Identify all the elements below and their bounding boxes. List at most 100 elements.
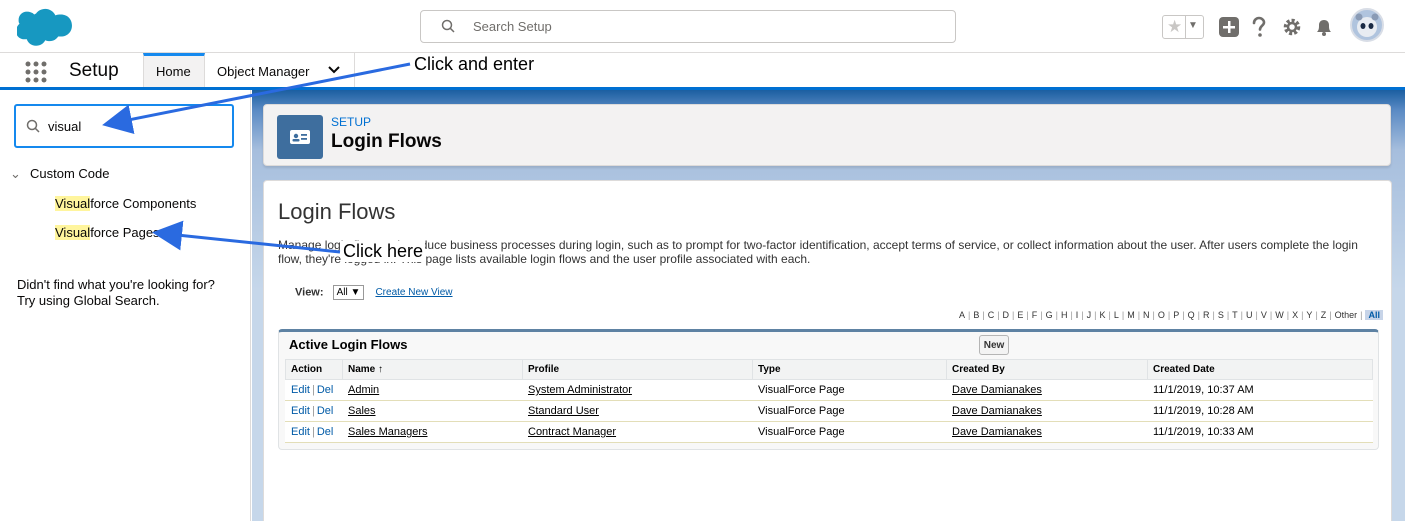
- alpha-filter-item[interactable]: F: [1032, 310, 1038, 320]
- gear-icon[interactable]: [1281, 16, 1303, 38]
- global-search-placeholder: Search Setup: [473, 19, 552, 34]
- bell-icon[interactable]: [1313, 16, 1335, 38]
- content-title: Login Flows: [278, 199, 396, 224]
- alpha-separator: |: [1182, 310, 1185, 320]
- not-found-line-1: Didn't find what you're looking for?: [17, 277, 215, 292]
- column-header-type[interactable]: Type: [752, 359, 947, 380]
- edit-link[interactable]: Edit: [291, 405, 310, 417]
- alpha-filter-item[interactable]: M: [1127, 310, 1135, 320]
- global-search-input[interactable]: Search Setup: [420, 10, 956, 43]
- chevron-down-icon[interactable]: ⌄: [10, 166, 30, 182]
- alpha-filter-item[interactable]: I: [1076, 310, 1079, 320]
- alpha-filter-item[interactable]: R: [1203, 310, 1210, 320]
- alpha-filter-item[interactable]: Y: [1306, 310, 1312, 320]
- annotation-callout-1: Click and enter: [412, 54, 537, 75]
- alpha-filter-item[interactable]: G: [1046, 310, 1053, 320]
- alpha-separator: |: [1137, 310, 1141, 320]
- alpha-filter-item[interactable]: Z: [1321, 310, 1327, 320]
- chevron-down-icon[interactable]: [327, 63, 341, 77]
- create-new-view-link[interactable]: Create New View: [375, 287, 452, 298]
- alpha-filter-item[interactable]: S: [1218, 310, 1224, 320]
- profile-link[interactable]: Standard User: [528, 405, 599, 417]
- tab-object-manager[interactable]: Object Manager: [205, 53, 355, 87]
- cell-created-date: 11/1/2019, 10:28 AM: [1147, 400, 1373, 422]
- tree-node-custom-code[interactable]: ⌄ Custom Code: [10, 166, 109, 182]
- alpha-filter-item[interactable]: X: [1292, 310, 1298, 320]
- alpha-filter-item[interactable]: O: [1158, 310, 1165, 320]
- view-select[interactable]: All ▼: [332, 285, 365, 300]
- tree-item-visualforce-pages[interactable]: Visualforce Pages: [55, 225, 160, 240]
- alpha-filter-item[interactable]: J: [1087, 310, 1092, 320]
- new-button[interactable]: New: [979, 335, 1009, 355]
- alpha-separator: |: [1301, 310, 1304, 320]
- alpha-filter-item[interactable]: D: [1003, 310, 1010, 320]
- favorites-button-group[interactable]: ★ ▼: [1162, 15, 1204, 39]
- profile-link[interactable]: System Administrator: [528, 384, 632, 396]
- alpha-separator: |: [1315, 310, 1318, 320]
- alpha-separator: |: [1329, 310, 1332, 320]
- cell-type: VisualForce Page: [752, 379, 947, 401]
- alpha-separator: |: [1108, 310, 1111, 320]
- created-by-link[interactable]: Dave Damianakes: [952, 384, 1042, 396]
- created-by-link[interactable]: Dave Damianakes: [952, 405, 1042, 417]
- edit-link[interactable]: Edit: [291, 384, 310, 396]
- alpha-filter-item[interactable]: L: [1114, 310, 1119, 320]
- alpha-filter-item[interactable]: W: [1275, 310, 1284, 320]
- delete-link[interactable]: Del: [317, 405, 334, 417]
- alpha-separator: |: [1121, 310, 1125, 320]
- flow-name-link[interactable]: Sales Managers: [348, 426, 428, 438]
- delete-link[interactable]: Del: [317, 426, 334, 438]
- alpha-separator: |: [997, 310, 1000, 320]
- row-actions: Edit | Del: [285, 421, 343, 443]
- setup-sidebar: ⌄Custom Code Visualforce Components Visu…: [0, 90, 251, 521]
- edit-link[interactable]: Edit: [291, 426, 310, 438]
- alpha-separator: |: [1197, 310, 1200, 320]
- alpha-filter-item[interactable]: T: [1232, 310, 1238, 320]
- cell-name: Admin: [342, 379, 523, 401]
- tab-home[interactable]: Home: [143, 53, 205, 87]
- quick-find-box[interactable]: [14, 104, 234, 148]
- alpha-filter-item[interactable]: P: [1173, 310, 1179, 320]
- column-header-created-by[interactable]: Created By: [946, 359, 1148, 380]
- alpha-filter-item[interactable]: A: [959, 310, 965, 320]
- app-launcher-icon[interactable]: [25, 61, 47, 83]
- alpha-separator: |: [1026, 310, 1029, 320]
- alpha-filter-item[interactable]: H: [1061, 310, 1068, 320]
- alpha-filter-item[interactable]: Q: [1188, 310, 1195, 320]
- alpha-separator: |: [1152, 310, 1155, 320]
- cell-type: VisualForce Page: [752, 421, 947, 443]
- flow-name-link[interactable]: Sales: [348, 405, 376, 417]
- alpha-filter-item[interactable]: E: [1017, 310, 1023, 320]
- column-header-name[interactable]: Name ↑: [342, 359, 523, 380]
- flow-name-link[interactable]: Admin: [348, 384, 379, 396]
- quick-find-input[interactable]: [48, 116, 218, 136]
- table-row: Edit | Del Sales Managers Contract Manager Vi…: [285, 421, 1373, 443]
- app-name: Setup: [69, 60, 119, 81]
- alpha-filter-item[interactable]: U: [1246, 310, 1253, 320]
- chevron-down-icon[interactable]: ▼: [1188, 20, 1198, 31]
- profile-link[interactable]: Contract Manager: [528, 426, 616, 438]
- tree-item-label: force Components: [90, 196, 197, 211]
- help-icon[interactable]: [1248, 16, 1270, 38]
- delete-link[interactable]: Del: [317, 384, 334, 396]
- alpha-filter-item[interactable]: B: [973, 310, 979, 320]
- view-label: View:: [295, 286, 324, 299]
- star-icon[interactable]: ★: [1167, 17, 1182, 37]
- add-icon[interactable]: [1218, 16, 1240, 38]
- alpha-filter-item[interactable]: C: [988, 310, 995, 320]
- alpha-filter-item[interactable]: K: [1099, 310, 1105, 320]
- id-card-icon: [290, 130, 310, 144]
- alpha-filter-item[interactable]: Other: [1335, 310, 1358, 320]
- user-avatar[interactable]: [1350, 8, 1384, 42]
- column-header-created-date[interactable]: Created Date: [1147, 359, 1373, 380]
- cell-profile: Standard User: [522, 400, 753, 422]
- alpha-filter-item[interactable]: N: [1143, 310, 1150, 320]
- alpha-filter-item[interactable]: All: [1365, 310, 1383, 320]
- tree-item-visualforce-components[interactable]: Visualforce Components: [55, 196, 196, 211]
- created-by-link[interactable]: Dave Damianakes: [952, 426, 1042, 438]
- alpha-separator: |: [967, 310, 971, 320]
- alphabet-filter: A | B | C | D | E | F | G | H | I | J | K | L | M | N | O | P | Q | R | S | T |…: [959, 310, 1383, 320]
- alpha-filter-item[interactable]: V: [1261, 310, 1267, 320]
- salesforce-logo[interactable]: [17, 8, 75, 48]
- column-header-profile[interactable]: Profile: [522, 359, 753, 380]
